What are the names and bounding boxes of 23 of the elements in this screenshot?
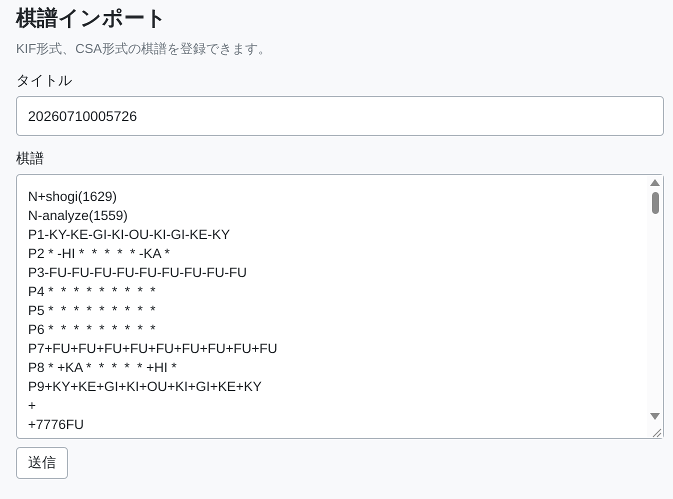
kifu-line: P1-KY-KE-GI-KI-OU-KI-GI-KE-KY [28, 226, 232, 244]
scroll-down-icon[interactable] [650, 413, 660, 420]
kifu-line: + [28, 397, 37, 415]
page-heading: 棋譜インポート [16, 6, 168, 32]
kifu-line: P8 * +KA * * * * * +HI * [28, 359, 178, 377]
kifu-line: P5 * * * * * * * * * [28, 302, 157, 320]
kifu-textarea[interactable] [16, 174, 664, 439]
kifu-line: P6 * * * * * * * * * [28, 321, 157, 339]
kifu-line: P2 * -HI * * * * * -KA * [28, 245, 171, 263]
kifu-line: +7776FU [28, 416, 85, 434]
submit-button[interactable]: 送信 [16, 447, 68, 479]
field-label: 棋譜 [16, 150, 45, 168]
title-input[interactable]: 20260710005726 [16, 96, 664, 136]
scrollbar-thumb[interactable] [652, 192, 658, 214]
scroll-up-icon[interactable] [650, 179, 660, 186]
kifu-line: N+shogi(1629) [28, 188, 118, 206]
kifu-line: P9+KY+KE+GI+KI+OU+KI+GI+KE+KY [28, 378, 263, 396]
description-text: KIF形式、CSA形式の棋譜を登録できます。 [16, 40, 272, 58]
field-label: タイトル [16, 72, 73, 90]
kifu-line: P3-FU-FU-FU-FU-FU-FU-FU-FU-FU [28, 264, 248, 282]
kifu-line: P4 * * * * * * * * * [28, 283, 157, 301]
kifu-line: P7+FU+FU+FU+FU+FU+FU+FU+FU+FU [28, 340, 278, 358]
kifu-line: N-analyze(1559) [28, 207, 129, 225]
